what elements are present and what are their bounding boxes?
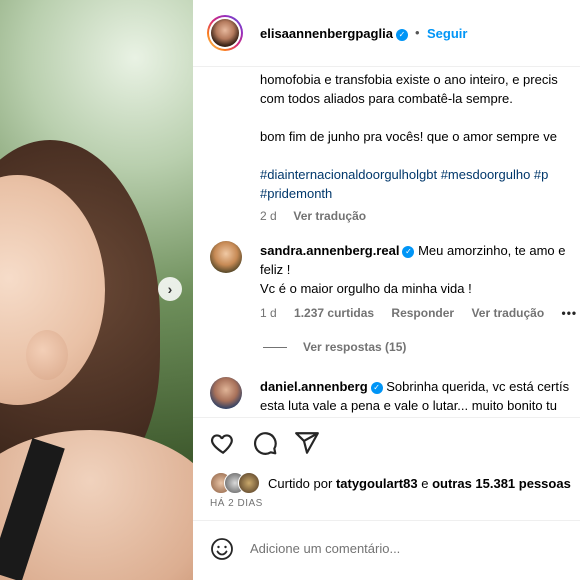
commenter-avatar[interactable]	[210, 377, 242, 409]
action-icons	[210, 430, 320, 456]
author-username[interactable]: elisaannenbergpaglia ✓	[260, 26, 408, 41]
post-actions: Curtido por tatygoulart83 e outras 15.38…	[193, 417, 580, 509]
comment-age[interactable]: 1 d	[260, 306, 277, 320]
comment-username[interactable]: daniel.annenberg	[260, 379, 368, 394]
view-replies-button[interactable]: Ver respostas (15)	[263, 340, 406, 354]
caption-translate-button[interactable]: Ver tradução	[293, 209, 366, 223]
comment-input[interactable]: Adicione um comentário...	[250, 541, 400, 556]
hashtag-line[interactable]: #diainternacionaldoorgulholgbt #mesdoorg…	[260, 165, 580, 184]
comment-body: daniel.annenberg ✓ Sobrinha querida, vc e…	[260, 377, 580, 415]
caption-age[interactable]: 2 d	[260, 209, 277, 223]
comment-text: esta luta vale a pena e vale o lutar... …	[260, 398, 558, 413]
emoji-icon[interactable]	[210, 537, 234, 564]
carousel-next-button[interactable]: ›	[158, 277, 182, 301]
comment-text: feliz !	[260, 262, 291, 277]
liked-by-others[interactable]: outras 15.381 pessoas	[432, 476, 571, 491]
comment-text: Vc é o maior orgulho da minha vida !	[260, 281, 472, 296]
replies-divider	[263, 346, 287, 348]
chevron-right-icon: ›	[167, 281, 173, 297]
caption-meta: 2 d Ver tradução	[260, 207, 580, 226]
caption-line	[260, 108, 580, 127]
caption-line: homofobia e transfobia existe o ano inte…	[260, 72, 558, 87]
comment-text: Meu amorzinho, te amo e	[418, 243, 566, 258]
comment-likes[interactable]: 1.237 curtidas	[294, 306, 374, 320]
comment-body: sandra.annenberg.real ✓ Meu amorzinho, te…	[260, 241, 580, 323]
header-separator: •	[415, 25, 420, 40]
liked-by: Curtido por tatygoulart83 e outras 15.38…	[210, 472, 571, 494]
caption-line: com todos aliados para combatê-la sempre…	[260, 91, 513, 106]
liked-by-prefix: Curtido por	[268, 475, 333, 491]
liked-by-conj: e	[421, 475, 429, 491]
post-photo: ›	[0, 0, 193, 580]
post-header: elisaannenbergpaglia ✓ • Seguir	[193, 0, 580, 67]
add-comment-bar: Adicione um comentário...	[193, 520, 580, 581]
caption-line: bom fim de junho pra vocês! que o amor s…	[260, 129, 557, 144]
author-avatar[interactable]	[207, 15, 243, 51]
hashtag-line[interactable]: #pridemonth	[260, 184, 580, 203]
comment-meta: 1 d 1.237 curtidas Responder Ver traduçã…	[260, 304, 580, 323]
share-icon[interactable]	[294, 430, 320, 456]
photo-ear	[26, 330, 68, 380]
post-time[interactable]: HÁ 2 DIAS	[210, 498, 263, 509]
post-caption: homofobia e transfobia existe o ano inte…	[260, 70, 580, 226]
liked-by-user[interactable]: tatygoulart83	[336, 476, 418, 491]
comment-username[interactable]: sandra.annenberg.real	[260, 243, 399, 258]
post-panel: elisaannenbergpaglia ✓ • Seguir homofobia…	[193, 0, 580, 580]
comment-icon[interactable]	[252, 430, 278, 456]
verified-icon: ✓	[395, 28, 408, 41]
comment-text: Sobrinha querida, vc está certís	[386, 379, 570, 394]
caption-line	[260, 146, 580, 165]
commenter-avatar[interactable]	[210, 241, 242, 273]
reply-button[interactable]: Responder	[391, 306, 454, 320]
replies-label[interactable]: Ver respostas (15)	[303, 340, 406, 354]
more-options-icon[interactable]: •••	[562, 306, 578, 320]
follow-button[interactable]: Seguir	[427, 26, 467, 41]
comment-translate-button[interactable]: Ver tradução	[471, 306, 544, 320]
heart-icon[interactable]	[210, 430, 236, 456]
verified-icon: ✓	[370, 381, 383, 394]
liked-by-avatars[interactable]	[210, 472, 264, 494]
verified-icon: ✓	[402, 245, 415, 258]
